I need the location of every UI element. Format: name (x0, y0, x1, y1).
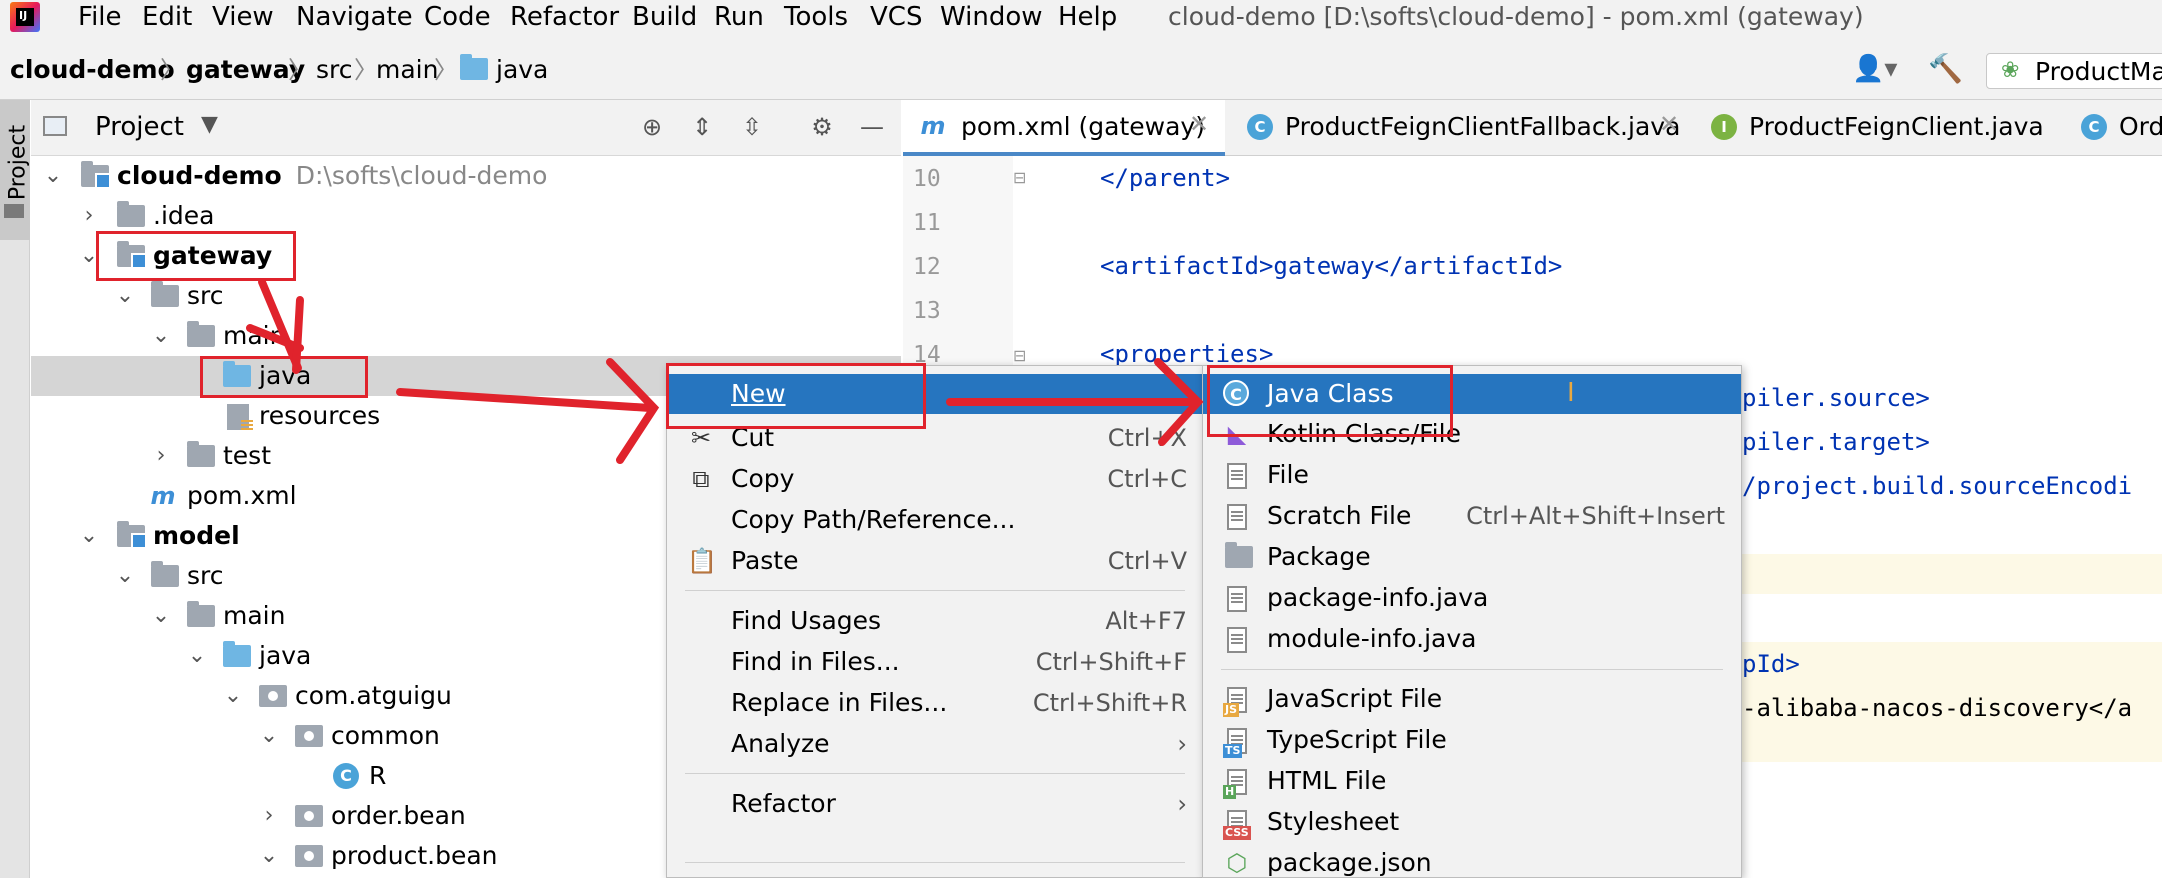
annotation-arrows (246, 278, 1204, 464)
